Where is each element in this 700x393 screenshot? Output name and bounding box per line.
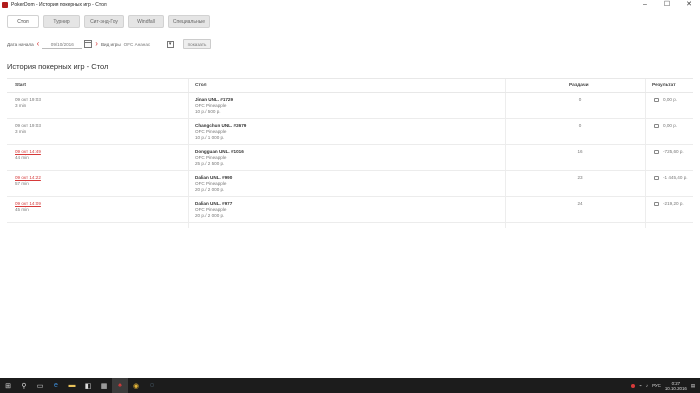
next-date-icon[interactable]: › [95,40,98,48]
header-hands: Раздачи [569,83,589,88]
table-header: Start Стол Раздачи Результат [7,78,693,93]
row-duration: 57 min [15,181,29,186]
wallet-icon [654,149,659,154]
row-result: -725,60 р. [663,149,684,154]
tab-special[interactable]: Специальные [168,15,210,28]
row-duration: 44 min [15,155,29,160]
row-hands: 16 [577,149,583,154]
language-indicator[interactable]: РУС [652,383,661,388]
header-table: Стол [195,83,207,88]
wallet-icon [654,123,659,128]
minimize-icon[interactable]: – [634,0,656,10]
history-table: Start Стол Раздачи Результат 09 окт 19:0… [7,78,693,223]
app-logo-icon [2,2,8,8]
wallet-icon [654,201,659,206]
row-duration: 3 min [15,129,27,134]
search-icon[interactable]: ⚲ [16,378,32,393]
show-button[interactable]: показать [182,39,212,49]
task-view-icon[interactable]: ▭ [32,378,48,393]
pokerdom-app-icon[interactable]: ♠ [112,378,128,393]
window-title: PokerDom - История покерных игр - Стол [11,2,107,8]
table-row[interactable]: 09 окт 19:03 3 min Changchun UNL. #2679 … [7,119,693,145]
calculator-icon[interactable]: ▦ [96,378,112,393]
row-result: 0,00 р. [663,97,678,102]
table-row[interactable]: 09 окт 14:22 57 min Dalian UNL. #990 OFC… [7,171,693,197]
file-explorer-icon[interactable]: ▬ [64,378,80,393]
row-hands: 0 [578,97,582,102]
system-tray: ⌁ ♪ РУС 0:27 10.10.2016 ▤ [631,378,695,393]
volume-icon[interactable]: ♪ [646,383,648,388]
row-stakes: 10 р./ 1 000 р. [195,135,225,140]
row-result: -219,20 р. [663,201,684,206]
row-stakes: 20 р./ 2 000 р. [195,213,225,218]
date-label: Дата начала [7,41,34,47]
clock-date: 10.10.2016 [664,385,687,391]
app-window: PokerDom - История покерных игр - Стол –… [0,0,700,378]
tab-tournament[interactable]: Турнир [43,15,80,28]
table-row[interactable]: 09 окт 14:49 44 min Dongguan UNL. #1016 … [7,145,693,171]
game-type-label: Вид игры [100,41,121,47]
tab-table[interactable]: Стол [7,15,39,28]
row-hands: 24 [577,201,583,206]
maximize-icon[interactable]: ☐ [656,0,678,10]
taskbar: ⊞ ⚲ ▭ e ▬ ◧ ▦ ♠ ◉ ◌ ⌁ ♪ РУС 0:27 10.10.2… [0,378,700,393]
network-icon[interactable]: ⌁ [639,383,642,389]
wallet-icon [654,175,659,180]
tab-sit-and-go[interactable]: Сит-энд-Гоу [84,15,124,28]
chevron-down-icon[interactable]: ▾ [166,40,174,48]
app-icon[interactable]: ◌ [144,378,160,393]
row-result: -1 445,40 р. [663,175,688,180]
row-duration: 3 min [15,103,27,108]
row-duration: 45 min [15,207,29,212]
store-icon[interactable]: ◧ [80,378,96,393]
calendar-icon[interactable] [84,40,93,48]
header-result: Результат [652,83,676,88]
notification-icon[interactable] [631,383,636,388]
title-bar: PokerDom - История покерных игр - Стол –… [0,0,700,10]
game-type-tabs: Стол Турнир Сит-энд-Гоу Windfall Специал… [7,15,210,28]
close-icon[interactable]: ✕ [678,0,700,10]
windows-start-icon[interactable]: ⊞ [0,378,16,393]
row-hands: 23 [577,175,583,180]
page-title: История покерных игр - Стол [7,62,109,71]
clock[interactable]: 0:27 10.10.2016 [665,381,687,391]
prev-date-icon[interactable]: ‹ [37,40,40,48]
date-input[interactable]: 09/10/2016 [42,40,83,49]
chrome-icon[interactable]: ◉ [128,378,144,393]
row-stakes: 10 р./ 500 р. [195,109,221,114]
row-stakes: 20 р./ 2 000 р. [195,187,225,192]
header-start: Start [15,83,26,88]
row-result: 0,00 р. [663,123,678,128]
action-center-icon[interactable]: ▤ [691,383,695,389]
tab-windfall[interactable]: Windfall [128,15,164,28]
edge-browser-icon[interactable]: e [48,378,64,393]
table-row[interactable]: 09 окт 19:03 3 min Jinan UNL. #1729 OFC … [7,93,693,119]
filter-bar: Дата начала ‹ 09/10/2016 › Вид игры OFC … [7,38,212,50]
window-controls: – ☐ ✕ [634,0,700,10]
game-type-select[interactable]: OFC Ананас [124,40,166,49]
row-stakes: 25 р./ 2 500 р. [195,161,225,166]
wallet-icon [654,97,659,102]
table-row[interactable]: 09 окт 14:09 45 min Dalian UNL. #977 OFC… [7,197,693,223]
row-hands: 0 [578,123,582,128]
